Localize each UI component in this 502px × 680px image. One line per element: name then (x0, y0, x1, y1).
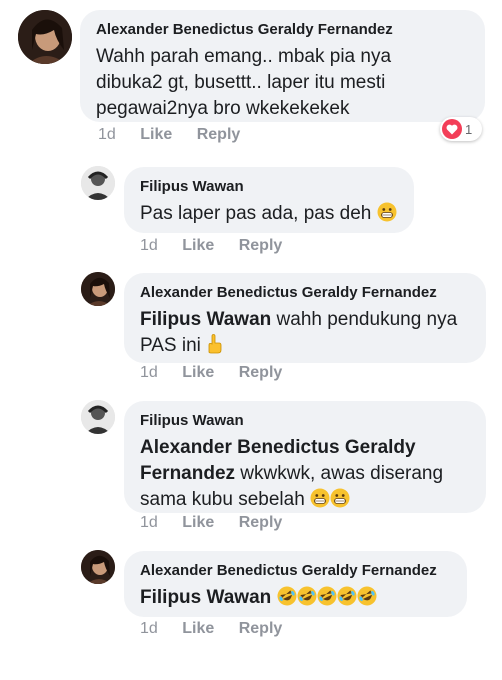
rofl-face-icon (297, 586, 317, 606)
rofl-face-icon (357, 586, 377, 606)
comment-author[interactable]: Alexander Benedictus Geraldy Fernandez (140, 283, 470, 303)
reply-button[interactable]: Reply (239, 514, 283, 531)
like-button[interactable]: Like (140, 126, 172, 143)
comment-bubble: Alexander Benedictus Geraldy Fernandez W… (80, 10, 485, 122)
comment-time[interactable]: 1d (140, 514, 158, 531)
like-button[interactable]: Like (182, 514, 214, 531)
reply-3: Filipus Wawan Alexander Benedictus Geral… (0, 398, 502, 540)
pointing-hand-icon (206, 334, 226, 354)
reply-button[interactable]: Reply (239, 620, 283, 637)
rofl-face-icon (317, 586, 337, 606)
reaction-count: 1 (465, 121, 473, 137)
like-button[interactable]: Like (182, 237, 214, 254)
reply-button[interactable]: Reply (197, 126, 241, 143)
reply-1: Filipus Wawan Pas laper pas ada, pas deh… (0, 160, 502, 260)
comment-author[interactable]: Filipus Wawan (140, 177, 398, 197)
rofl-face-icon (337, 586, 357, 606)
comment-text: Filipus Wawan wahh pendukung nya PAS ini (140, 309, 458, 356)
avatar[interactable] (18, 10, 72, 64)
comment-bubble: Filipus Wawan Alexander Benedictus Geral… (124, 401, 486, 513)
comment-text: Pas laper pas ada, pas deh (140, 201, 398, 227)
like-button[interactable]: Like (182, 620, 214, 637)
reaction-badge[interactable]: 1 (440, 117, 482, 141)
comment-time[interactable]: 1d (98, 126, 116, 143)
comment-time[interactable]: 1d (140, 237, 158, 254)
reply-button[interactable]: Reply (239, 237, 283, 254)
reply-4: Alexander Benedictus Geraldy Fernandez F… (0, 548, 502, 658)
comment-author[interactable]: Alexander Benedictus Geraldy Fernandez (96, 20, 469, 40)
comment-text: Filipus Wawan (140, 585, 451, 611)
avatar[interactable] (81, 400, 115, 434)
avatar[interactable] (81, 166, 115, 200)
comment-time[interactable]: 1d (140, 620, 158, 637)
rofl-face-icon (277, 586, 297, 606)
comment-bubble: Alexander Benedictus Geraldy Fernandez F… (124, 551, 467, 617)
mention-link[interactable]: Filipus Wawan (140, 587, 271, 608)
avatar[interactable] (81, 550, 115, 584)
like-button[interactable]: Like (182, 364, 214, 381)
comment-actions: 1d Like Reply (140, 620, 302, 638)
comment-bubble: Filipus Wawan Pas laper pas ada, pas deh (124, 167, 414, 233)
comment-actions: 1d Like Reply (98, 126, 260, 144)
grinning-face-icon (330, 488, 350, 508)
comment-1: Alexander Benedictus Geraldy Fernandez W… (0, 0, 502, 150)
comment-bubble: Alexander Benedictus Geraldy Fernandez F… (124, 273, 486, 363)
grinning-face-icon (310, 488, 330, 508)
heart-icon (442, 119, 462, 139)
comment-author[interactable]: Alexander Benedictus Geraldy Fernandez (140, 561, 451, 581)
comment-actions: 1d Like Reply (140, 514, 302, 532)
avatar[interactable] (81, 272, 115, 306)
comment-author[interactable]: Filipus Wawan (140, 411, 470, 431)
grinning-face-icon (377, 202, 397, 222)
reply-button[interactable]: Reply (239, 364, 283, 381)
mention-link[interactable]: Filipus Wawan (140, 309, 271, 330)
reply-2: Alexander Benedictus Geraldy Fernandez F… (0, 270, 502, 390)
comment-actions: 1d Like Reply (140, 237, 302, 255)
comment-text: Alexander Benedictus Geraldy Fernandez w… (140, 437, 444, 510)
comment-actions: 1d Like Reply (140, 364, 302, 382)
comment-time[interactable]: 1d (140, 364, 158, 381)
comment-text: Wahh parah emang.. mbak pia nya dibuka2 … (96, 46, 392, 119)
